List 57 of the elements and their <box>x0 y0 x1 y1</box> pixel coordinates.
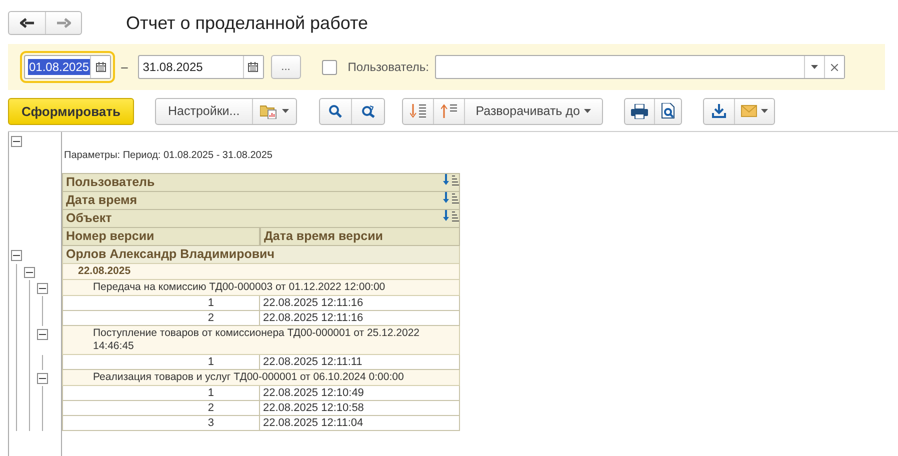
collapse-icon[interactable] <box>37 373 48 384</box>
folder-chart-icon <box>260 103 278 119</box>
collapse-icon[interactable] <box>37 329 48 340</box>
user-field[interactable] <box>434 55 845 79</box>
calendar-icon <box>248 62 258 72</box>
object-header: Поступление товаров от комиссионера ТД00-000001 от 25.12.2022 14:46:45 <box>62 326 460 355</box>
sort-icon[interactable] <box>443 192 459 204</box>
collapse-icon[interactable] <box>11 250 22 261</box>
arrow-right-icon <box>56 18 70 28</box>
period-button[interactable]: ... <box>270 55 301 79</box>
window-title: Отчет о проделанной работе <box>126 12 368 34</box>
date-field[interactable]: 31.08.2025 <box>138 55 264 79</box>
table-cell: 1 <box>62 386 260 401</box>
sort-icon[interactable] <box>443 210 459 222</box>
table-cell: 3 <box>62 416 260 431</box>
header-cell: Объект <box>62 210 460 228</box>
search-refresh-icon <box>360 104 375 118</box>
calendar-icon <box>96 62 106 72</box>
search-icon <box>328 104 342 118</box>
close-icon <box>830 64 838 70</box>
download-icon <box>712 104 726 118</box>
generate-button[interactable]: Сформировать <box>8 98 134 124</box>
printer-icon <box>630 104 648 118</box>
header-cell: Пользователь <box>62 173 460 192</box>
object-header: Передача на комиссию ТД00-000003 от 01.12.2022 12:00:00 <box>62 280 460 296</box>
caret-icon <box>810 65 818 69</box>
user-label: Пользователь: <box>348 60 429 74</box>
sort-down-icon <box>410 104 426 118</box>
sort-up-icon <box>440 104 457 118</box>
collapse-icon[interactable] <box>11 136 22 147</box>
caret-icon <box>584 109 591 113</box>
calendar-button[interactable] <box>90 56 110 78</box>
group-header: 22.08.2025 <box>62 264 460 280</box>
sort-icon[interactable] <box>443 174 459 186</box>
header-cell: Дата время <box>62 192 460 210</box>
table-cell: 22.08.2025 12:10:58 <box>260 401 460 416</box>
object-header: Реализация товаров и услуг ТД00-000001 от 06.10.2024 0:00:00 <box>62 370 460 386</box>
table-cell: 22.08.2025 12:11:16 <box>260 296 460 311</box>
calendar-button[interactable] <box>242 56 263 78</box>
column-header: Номер версии <box>62 228 260 246</box>
caret-icon <box>760 109 768 113</box>
checkbox[interactable] <box>322 60 337 74</box>
range-dash: – <box>121 60 128 74</box>
group-header: Орлов Александр Владимирович <box>62 246 460 264</box>
envelope-icon <box>740 105 757 117</box>
parameters-text: Параметры: Период: 01.08.2025 - 31.08.2025 <box>63 149 274 163</box>
table-cell: 1 <box>62 296 260 311</box>
collapse-icon[interactable] <box>24 267 35 278</box>
arrow-left-icon <box>20 18 34 28</box>
table-cell: 22.08.2025 12:10:49 <box>260 386 460 401</box>
table-cell: 2 <box>62 401 260 416</box>
column-header: Дата время версии <box>260 228 460 246</box>
table-cell: 22.08.2025 12:11:04 <box>260 416 460 431</box>
document-search-icon <box>660 103 675 119</box>
caret-icon <box>282 109 289 113</box>
clear-button[interactable] <box>824 56 844 78</box>
collapse-icon[interactable] <box>37 283 48 294</box>
